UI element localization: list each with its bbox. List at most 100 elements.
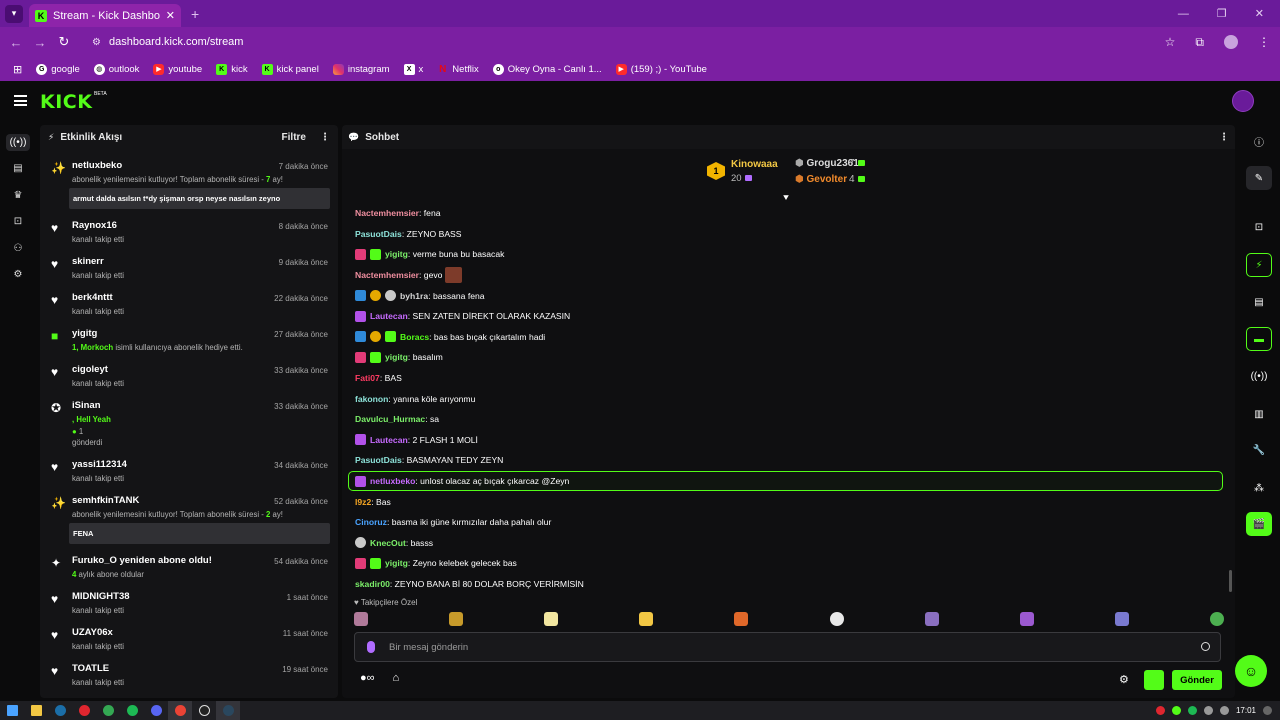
chat-message[interactable]: yigitg: verme buna bu basacak [352,244,1222,265]
chat-username[interactable]: l9z2 [355,497,371,507]
back-icon[interactable]: ← [4,35,28,50]
bookmark-youtube[interactable]: ▶ youtube [148,63,207,75]
chat-username[interactable]: fakonon [355,394,388,404]
chrome-active-icon[interactable] [168,701,192,720]
chat-username[interactable]: byh1ra [400,291,428,301]
chat-message[interactable]: skadir00: ZEYNO BANA Bİ 80 DOLAR BORÇ VE… [352,574,1222,595]
url-field[interactable]: ⚙ dashboard.kick.com/stream [82,30,1192,54]
chat-message[interactable]: Davulcu_Hurmac: sa [352,409,1222,430]
chat-username[interactable]: KnecOut [370,538,406,548]
emote-8[interactable] [1019,612,1034,626]
broadcast-icon[interactable]: ((•)) [1246,364,1272,388]
new-tab-icon[interactable]: + [191,6,199,22]
chat-username[interactable]: yigitg [385,558,408,568]
notifications-icon[interactable] [1263,706,1272,715]
opera-icon[interactable] [72,701,96,720]
chat-message[interactable]: fakonon: yanına köle arıyonmu [352,388,1222,409]
community-icon[interactable]: ⁂ [1246,476,1272,500]
chat-username[interactable]: Boracs [400,332,429,342]
chat-more-icon[interactable]: ⋮ [1219,132,1229,143]
emoji-picker-icon[interactable] [1201,642,1210,651]
leader-3-name[interactable]: ⬢ Gevolter [795,174,847,185]
emote-7[interactable] [924,612,939,626]
leader-1-name[interactable]: Kinowaaa [731,159,778,170]
steam-icon[interactable] [48,701,72,720]
bookmark-instagram[interactable]: instagram [328,63,395,75]
forward-icon[interactable]: → [28,35,52,50]
clip-icon[interactable]: ⊡ [1246,215,1272,239]
close-window-icon[interactable]: ✕ [1255,7,1264,20]
tray-app-icon[interactable] [1187,706,1197,715]
chat-message-highlighted[interactable]: netluxbeko: unlost olacaz aç bıçak çıkar… [348,470,1223,492]
apps-icon[interactable]: ⊞ [8,63,27,76]
edit-icon[interactable]: ✎ [1246,166,1272,190]
chat-username[interactable]: netluxbeko [370,476,415,486]
notes-icon[interactable]: ▤ [1246,290,1272,314]
obs-icon[interactable] [192,701,216,720]
clock[interactable]: 17:01 [1236,706,1256,715]
kick-logo[interactable]: KICK [40,91,92,113]
nav-trophy-icon[interactable]: ♛ [0,182,36,209]
chat-message[interactable]: Nactemhemsier: gevo [352,265,1222,286]
bookmark-okey[interactable]: o Okey Oyna - Canlı 1... [488,63,607,75]
clapper-icon[interactable]: 🎬 [1246,512,1272,536]
chat-message[interactable]: Lautecan: SEN ZATEN DİREKT OLARAK KAZASI… [352,306,1222,327]
user-avatar[interactable] [1232,90,1254,112]
chat-message[interactable]: l9z2: Bas [352,491,1222,512]
nav-clips-icon[interactable]: ⊡ [0,209,36,236]
nav-stream-icon[interactable]: ((•)) [0,129,36,156]
support-chat-icon[interactable]: ☺ [1235,655,1267,687]
emote-6[interactable] [829,612,844,626]
site-info-icon[interactable]: ⚙ [92,37,101,48]
emote-3[interactable] [544,612,559,626]
bookmark-x[interactable]: Xx [399,63,429,75]
profile-avatar[interactable] [1224,35,1238,49]
bookmark-kick-panel[interactable]: Kkick panel [257,63,324,75]
chat-username[interactable]: Lautecan [370,311,408,321]
kick-emote-icon[interactable] [1144,670,1164,690]
menu-icon[interactable] [14,95,27,106]
restore-icon[interactable]: ❐ [1217,7,1227,20]
discord-icon[interactable] [144,701,168,720]
minimize-icon[interactable]: — [1178,8,1189,20]
network-icon[interactable] [1203,706,1213,715]
emote-4[interactable] [639,612,654,626]
bookmark-outlook[interactable]: ◍ outlook [89,63,145,75]
chat-username[interactable]: PasuotDais [355,229,402,239]
chat-username[interactable]: Nactemhemsier [355,270,419,280]
file-explorer-icon[interactable] [24,701,48,720]
nav-settings-icon[interactable]: ⚙ [0,262,36,289]
chat-message[interactable]: PasuotDais: BASMAYAN TEDY ZEYN [352,450,1222,471]
spotify-icon[interactable] [120,701,144,720]
tab-search-icon[interactable]: ▾ [5,4,23,23]
chat-message-input[interactable]: Bir mesaj gönderin [354,632,1221,662]
bookmark-netflix[interactable]: N Netflix [432,64,483,75]
nav-analytics-icon[interactable]: ▤ [0,156,36,183]
bookmark-kick[interactable]: Kkick [211,63,252,75]
emote-2[interactable] [449,612,464,626]
tray-app-icon[interactable] [1155,706,1165,715]
activity-toggle-icon[interactable]: ⚡ [1246,253,1272,277]
emote-10[interactable] [1209,612,1224,626]
extensions-icon[interactable]: ⧉ [1195,35,1204,50]
mic-icon[interactable] [367,641,375,653]
chat-username[interactable]: yigitg [385,352,408,362]
chrome-icon[interactable] [96,701,120,720]
chat-message[interactable]: yigitg: Zeyno kelebek gelecek bas [352,553,1222,574]
steam-active-icon[interactable] [216,701,240,720]
layout-icon[interactable]: ▥ [1246,402,1272,426]
chat-toggle-icon[interactable]: ▬ [1246,327,1272,351]
chat-username[interactable]: Nactemhemsier [355,208,419,218]
chat-message[interactable]: Cinoruz: basma iki güne kırmızılar daha … [352,512,1222,533]
chat-username[interactable]: Cinoruz [355,517,387,527]
chat-message[interactable]: Nactemhemsier: fena [352,203,1222,224]
chat-username[interactable]: PasuotDais [355,455,402,465]
chat-scrollbar[interactable] [1229,570,1232,592]
chat-message[interactable]: Lautecan: 2 FLASH 1 MOLİ [352,430,1222,451]
chat-message[interactable]: PasuotDais: ZEYNO BASS [352,224,1222,245]
chat-settings-icon[interactable]: ⚙ [1119,673,1129,686]
nav-community-icon[interactable]: ⚇ [0,235,36,262]
close-tab-icon[interactable]: ✕ [166,9,175,22]
chat-username[interactable]: skadir00 [355,579,390,589]
activity-more-icon[interactable]: ⋮ [320,132,330,143]
